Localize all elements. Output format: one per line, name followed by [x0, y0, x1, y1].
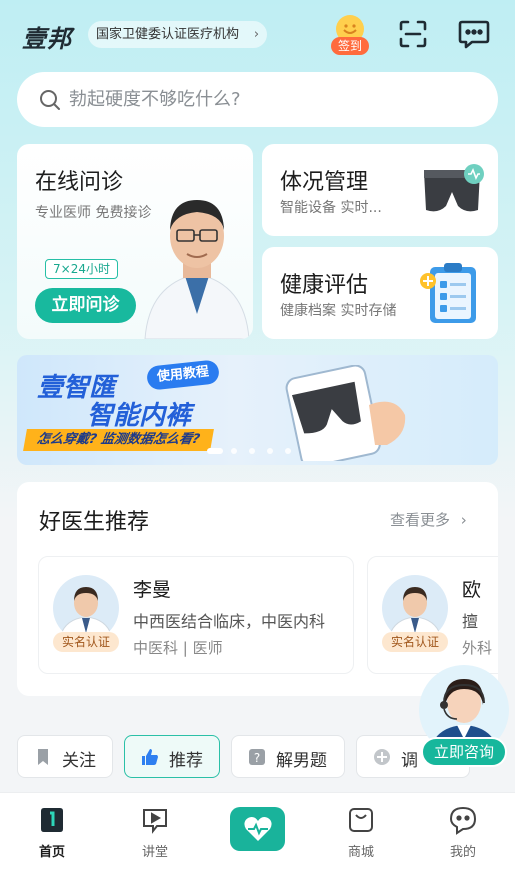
- consult-title: 在线问诊: [35, 170, 124, 195]
- banner-tutorial-tag: 使用教程: [145, 359, 221, 391]
- body-management-card[interactable]: 体况管理 智能设备 实时...: [262, 144, 498, 236]
- nav-home[interactable]: 首页: [22, 803, 82, 861]
- home-icon: [37, 805, 67, 835]
- nav-label: 讲堂: [141, 845, 168, 860]
- section-title: 好医生推荐: [39, 510, 150, 535]
- eval-title: 健康评估: [280, 273, 369, 298]
- scan-icon[interactable]: [398, 19, 428, 49]
- body-subtitle: 智能设备 实时...: [280, 200, 382, 216]
- heart-pulse-icon: [243, 815, 273, 847]
- banner-title-2: 智能内裤: [87, 401, 192, 431]
- face-icon: [448, 805, 478, 835]
- carousel-dot[interactable]: [303, 448, 309, 454]
- play-icon: [140, 805, 170, 835]
- doctor-name: 欧: [462, 579, 482, 601]
- nav-health[interactable]: [230, 807, 285, 851]
- banner-strip: 怎么穿戴? 监测数据怎么看?: [23, 429, 214, 451]
- search-input[interactable]: [69, 82, 469, 117]
- carousel-dot[interactable]: [285, 448, 291, 454]
- tab-recommend[interactable]: 推荐: [124, 735, 220, 778]
- nav-label: 商城: [347, 845, 374, 860]
- question-icon: ?: [248, 748, 266, 766]
- tab-label: 推荐: [169, 751, 203, 771]
- promo-banner[interactable]: 壹智匯 使用教程 智能内裤 怎么穿戴? 监测数据怎么看?: [17, 355, 498, 465]
- bag-icon: [346, 805, 376, 835]
- consult-assistant[interactable]: 立即咨询: [419, 655, 511, 767]
- tab-label: 关注: [62, 751, 96, 771]
- certification-pill[interactable]: 国家卫健委认证医疗机构 ›: [88, 21, 268, 48]
- consult-now-button[interactable]: 立即咨询: [421, 737, 507, 767]
- nav-label: 我的: [449, 845, 476, 860]
- certification-label: 国家卫健委认证医疗机构: [96, 27, 240, 42]
- carousel-dot[interactable]: [249, 448, 255, 454]
- carousel-dot[interactable]: [267, 448, 273, 454]
- svg-text:?: ?: [254, 751, 260, 765]
- chevron-right-icon: ›: [253, 27, 260, 42]
- tab-mens-questions[interactable]: ? 解男题: [231, 735, 345, 778]
- app-logo: 壹邦: [22, 25, 72, 53]
- nav-mall[interactable]: 商城: [331, 803, 391, 861]
- doctor-department: 中医科 | 医师: [133, 639, 223, 657]
- doctor-illustration: [141, 174, 253, 339]
- search-icon: [39, 89, 61, 111]
- phone-illustration: [279, 364, 409, 465]
- online-consult-card[interactable]: 在线问诊 专业医师 免费接诊 7×24小时 立即问诊: [17, 144, 253, 339]
- doctor-specialty: 中西医结合临床，中医内科: [133, 612, 326, 631]
- doctor-specialty: 擅: [462, 612, 479, 631]
- tab-follow[interactable]: 关注: [17, 735, 113, 778]
- message-icon[interactable]: [458, 19, 490, 49]
- sign-in-label: 签到: [331, 37, 369, 55]
- chevron-right-icon: ›: [460, 511, 467, 529]
- doctor-name: 李曼: [133, 579, 172, 601]
- nav-label: 首页: [38, 845, 65, 860]
- verified-badge: 实名认证: [53, 632, 119, 652]
- eval-subtitle: 健康档案 实时存储: [280, 303, 397, 319]
- drop-icon: [373, 748, 391, 766]
- nav-lecture[interactable]: 讲堂: [125, 803, 185, 861]
- sign-in-button[interactable]: 签到: [331, 15, 369, 55]
- hours-badge: 7×24小时: [45, 259, 118, 279]
- nav-profile[interactable]: 我的: [433, 803, 493, 861]
- search-bar[interactable]: [17, 72, 498, 127]
- doctor-card[interactable]: 实名认证 李曼 中西医结合临床，中医内科 中医科 | 医师: [38, 556, 354, 674]
- bookmark-icon: [34, 748, 52, 766]
- tab-label: 解男题: [276, 751, 327, 771]
- consult-subtitle: 专业医师 免费接诊: [35, 205, 152, 221]
- carousel-dot[interactable]: [207, 448, 223, 454]
- verified-badge: 实名认证: [382, 632, 448, 652]
- smart-underwear-icon: [420, 162, 488, 218]
- health-evaluation-card[interactable]: 健康评估 健康档案 实时存储: [262, 247, 498, 339]
- body-title: 体况管理: [280, 170, 369, 195]
- bottom-nav: 首页 讲堂 商城 我的: [0, 792, 515, 871]
- see-more-label: 查看更多: [390, 511, 451, 529]
- top-header: 壹邦 国家卫健委认证医疗机构 › 签到: [0, 0, 515, 70]
- tab-label: 调: [401, 751, 418, 771]
- thumb-up-icon: [141, 748, 159, 766]
- consult-now-button[interactable]: 立即问诊: [35, 288, 136, 323]
- see-more-link[interactable]: 查看更多 ›: [390, 509, 467, 530]
- carousel-dot[interactable]: [231, 448, 237, 454]
- clipboard-icon: [418, 259, 482, 327]
